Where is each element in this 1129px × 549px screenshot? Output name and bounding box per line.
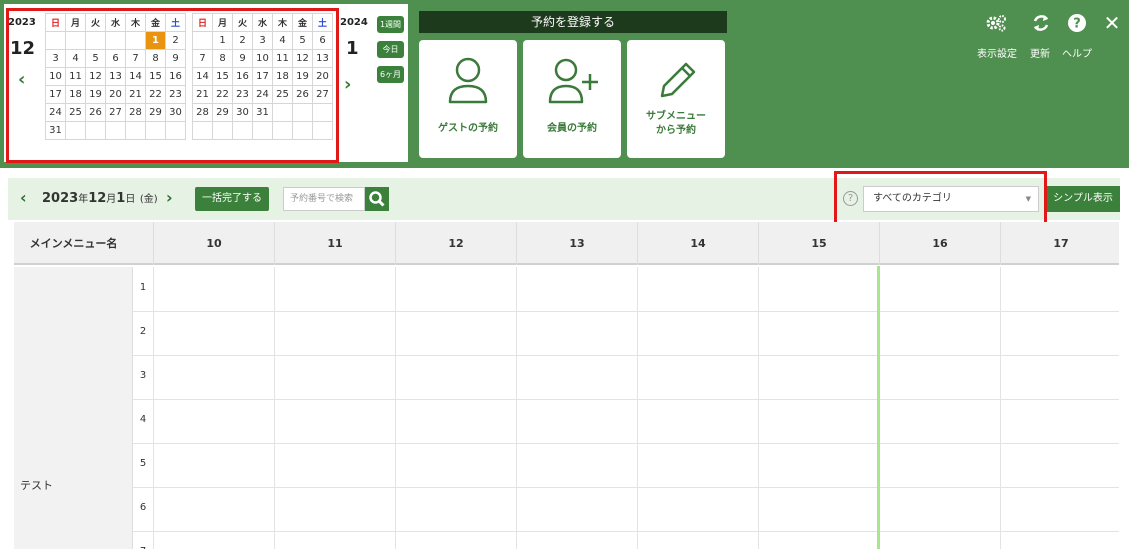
six-months-button[interactable]: 6ヶ月 bbox=[377, 66, 404, 83]
guest-reservation-label: ゲストの予約 bbox=[438, 123, 498, 134]
current-time-line bbox=[877, 266, 880, 549]
member-reservation-label: 会員の予約 bbox=[547, 123, 597, 134]
date-day-suffix: 日 bbox=[125, 194, 136, 205]
svg-text:?: ? bbox=[1073, 17, 1081, 32]
hour-header: 17 bbox=[1000, 222, 1121, 265]
refresh-icon[interactable] bbox=[1030, 12, 1052, 34]
today-button[interactable]: 今日 bbox=[377, 41, 404, 58]
category-highlight-box bbox=[834, 171, 1047, 225]
submenu-label-line2: から予約 bbox=[656, 125, 696, 136]
row-number: 1 bbox=[139, 282, 147, 293]
grid-row-line bbox=[133, 355, 1119, 356]
grid-row-line bbox=[133, 443, 1119, 444]
grid-header: メインメニュー名 10 11 12 13 14 15 16 17 bbox=[14, 222, 1119, 265]
date-year: 2023 bbox=[42, 191, 79, 206]
member-reservation-button[interactable]: 会員の予約 bbox=[523, 40, 621, 158]
date-month-suffix: 月 bbox=[106, 194, 117, 205]
hour-header: 11 bbox=[274, 222, 395, 265]
grid-row-line bbox=[133, 487, 1119, 488]
help-label[interactable]: ヘルプ bbox=[1062, 45, 1092, 60]
right-calendar-year: 2024 bbox=[340, 17, 368, 28]
hour-header: 16 bbox=[879, 222, 1000, 265]
schedule-grid: メインメニュー名 1011121314151617 テスト 1234567 bbox=[14, 222, 1119, 549]
date-month: 12 bbox=[88, 191, 107, 206]
pencil-icon bbox=[660, 62, 696, 98]
date-weekday: (金) bbox=[139, 194, 158, 205]
refresh-label[interactable]: 更新 bbox=[1030, 45, 1050, 60]
hour-header: 13 bbox=[516, 222, 637, 265]
header: 2023 12 ‹ 日月火水木金土 1 2 3 4 5 6 7 8 9 10 11 12 13 14 15 1… bbox=[0, 0, 1129, 168]
display-settings-label[interactable]: 表示設定 bbox=[977, 45, 1017, 60]
grid-column-line bbox=[637, 267, 638, 549]
help-icon[interactable]: ? bbox=[1066, 12, 1088, 34]
reservation-search-input[interactable]: 予約番号で検索 bbox=[283, 187, 365, 211]
main-menu-name: テスト bbox=[20, 479, 53, 492]
simple-view-button[interactable]: シンプル表示 bbox=[1046, 186, 1120, 212]
submenu-reservation-button[interactable]: サブメニュー から予約 bbox=[627, 40, 725, 158]
guest-user-icon bbox=[448, 57, 488, 104]
calendar-highlight-box bbox=[6, 8, 339, 163]
current-date: 2023年12月1日 (金) bbox=[42, 190, 158, 206]
row-number: 4 bbox=[139, 414, 147, 425]
calendar-next-button[interactable]: › bbox=[344, 74, 351, 95]
search-button[interactable] bbox=[365, 187, 389, 211]
grid-column-line bbox=[1000, 267, 1001, 549]
right-calendar-month: 1 bbox=[346, 38, 359, 59]
row-number: 2 bbox=[139, 326, 147, 337]
date-year-suffix: 年 bbox=[78, 194, 89, 205]
register-title: 予約を登録する bbox=[419, 11, 727, 33]
date-prev-button[interactable]: ‹ bbox=[20, 188, 27, 207]
bulk-complete-button[interactable]: 一括完了する bbox=[195, 187, 269, 211]
close-icon[interactable]: ✕ bbox=[1101, 12, 1123, 34]
grid-row-line bbox=[133, 311, 1119, 312]
date-next-button[interactable]: › bbox=[166, 188, 173, 207]
grid-column-line bbox=[395, 267, 396, 549]
hour-header: 15 bbox=[758, 222, 879, 265]
row-number: 5 bbox=[139, 458, 147, 469]
member-add-icon bbox=[548, 58, 598, 104]
grid-column-line bbox=[516, 267, 517, 549]
row-number: 3 bbox=[139, 370, 147, 381]
grid-row-line bbox=[133, 531, 1119, 532]
grid-column-line bbox=[758, 267, 759, 549]
search-icon bbox=[369, 191, 385, 207]
grid-column-line bbox=[153, 267, 154, 549]
grid-row-line bbox=[133, 399, 1119, 400]
main-menu-name-cell: テスト bbox=[14, 267, 133, 549]
date-day: 1 bbox=[116, 191, 126, 206]
gear-icon[interactable] bbox=[985, 12, 1007, 34]
row-number: 6 bbox=[139, 502, 147, 513]
one-week-button[interactable]: 1週間 bbox=[377, 16, 404, 33]
main-menu-name-header: メインメニュー名 bbox=[29, 237, 118, 250]
submenu-label-line1: サブメニュー bbox=[646, 111, 706, 122]
hour-header: 12 bbox=[395, 222, 516, 265]
hour-header: 14 bbox=[637, 222, 758, 265]
guest-reservation-button[interactable]: ゲストの予約 bbox=[419, 40, 517, 158]
grid-column-line bbox=[274, 267, 275, 549]
hour-header: 10 bbox=[153, 222, 274, 265]
submenu-reservation-label: サブメニュー から予約 bbox=[627, 110, 725, 138]
